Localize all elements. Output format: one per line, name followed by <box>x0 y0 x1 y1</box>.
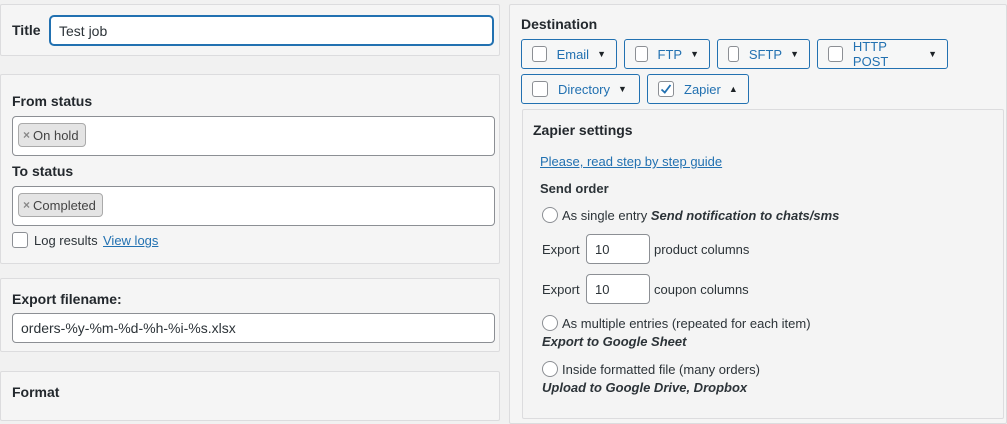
destination-label: Destination <box>521 16 598 32</box>
ftp-label: FTP <box>657 46 683 62</box>
formatted-file-radio[interactable] <box>542 361 558 377</box>
sftp-checkbox[interactable] <box>728 46 739 62</box>
guide-link[interactable]: Please, read step by step guide <box>540 154 722 169</box>
status-panel: From status × On hold To status × Comple… <box>0 74 500 264</box>
chevron-up-icon: ▲ <box>728 84 738 94</box>
checkmark-icon <box>660 84 672 94</box>
product-columns-input[interactable] <box>586 234 650 264</box>
zapier-label: Zapier <box>684 81 721 97</box>
to-status-label: To status <box>12 163 74 179</box>
sftp-label: SFTP <box>748 46 783 62</box>
destination-http-post-button[interactable]: HTTP POST ▼ <box>817 39 948 69</box>
chevron-down-icon: ▼ <box>790 49 799 59</box>
coupon-columns-input[interactable] <box>586 274 650 304</box>
tag-label: On hold <box>33 127 79 143</box>
chevron-down-icon: ▼ <box>618 84 627 94</box>
coupon-columns-label: coupon columns <box>654 282 749 297</box>
format-label: Format <box>12 384 60 400</box>
to-status-select[interactable]: × Completed <box>12 186 495 226</box>
title-input[interactable] <box>49 15 494 46</box>
status-tag-completed: × Completed <box>18 193 103 217</box>
title-panel: Title <box>0 4 500 56</box>
export-filename-label: Export filename: <box>12 291 122 307</box>
from-status-label: From status <box>12 93 93 109</box>
email-checkbox[interactable] <box>532 46 547 62</box>
remove-tag-icon[interactable]: × <box>23 198 30 212</box>
ftp-checkbox[interactable] <box>635 46 648 62</box>
tag-label: Completed <box>33 197 96 213</box>
log-results-label: Log results <box>34 233 98 248</box>
export-product-label: Export <box>542 242 580 257</box>
directory-label: Directory <box>558 81 611 97</box>
chevron-down-icon: ▼ <box>597 49 606 59</box>
view-logs-link[interactable]: View logs <box>103 233 158 248</box>
log-results-checkbox[interactable] <box>12 232 28 248</box>
directory-checkbox[interactable] <box>532 81 548 97</box>
multiple-entries-label: As multiple entries (repeated for each i… <box>562 316 811 331</box>
zapier-settings-title: Zapier settings <box>533 122 633 138</box>
destination-panel: Destination Email ▼ FTP ▼ SFTP ▼ HTTP PO… <box>509 4 1007 424</box>
email-label: Email <box>556 46 590 62</box>
zapier-settings-panel: Zapier settings Please, read step by ste… <box>522 109 1004 419</box>
export-coupon-label: Export <box>542 282 580 297</box>
title-label: Title <box>12 22 41 38</box>
multiple-entries-note: Export to Google Sheet <box>542 334 687 349</box>
formatted-file-note: Upload to Google Drive, Dropbox <box>542 380 748 395</box>
remove-tag-icon[interactable]: × <box>23 128 30 142</box>
formatted-file-label: Inside formatted file (many orders) <box>562 362 760 377</box>
chevron-down-icon: ▼ <box>928 49 937 59</box>
single-entry-text: As single entry <box>562 208 648 223</box>
destination-email-button[interactable]: Email ▼ <box>521 39 617 69</box>
destination-sftp-button[interactable]: SFTP ▼ <box>717 39 810 69</box>
export-filename-panel: Export filename: <box>0 278 500 352</box>
chevron-down-icon: ▼ <box>690 49 699 59</box>
http-post-label: HTTP POST <box>852 39 889 69</box>
zapier-checkbox[interactable] <box>658 81 674 97</box>
single-entry-note: Send notification to chats/sms <box>650 208 840 223</box>
multiple-entries-radio[interactable] <box>542 315 558 331</box>
destination-zapier-button[interactable]: Zapier ▲ <box>647 74 749 104</box>
format-panel: Format <box>0 371 500 421</box>
send-order-label: Send order <box>540 181 609 196</box>
destination-ftp-button[interactable]: FTP ▼ <box>624 39 710 69</box>
product-columns-label: product columns <box>654 242 750 257</box>
export-filename-input[interactable] <box>12 313 495 343</box>
from-status-select[interactable]: × On hold <box>12 116 495 156</box>
http-post-checkbox[interactable] <box>828 46 843 62</box>
status-tag-on-hold: × On hold <box>18 123 86 147</box>
destination-directory-button[interactable]: Directory ▼ <box>521 74 640 104</box>
single-entry-radio[interactable] <box>542 207 558 223</box>
single-entry-label: As single entry Send notification to cha… <box>562 208 839 223</box>
